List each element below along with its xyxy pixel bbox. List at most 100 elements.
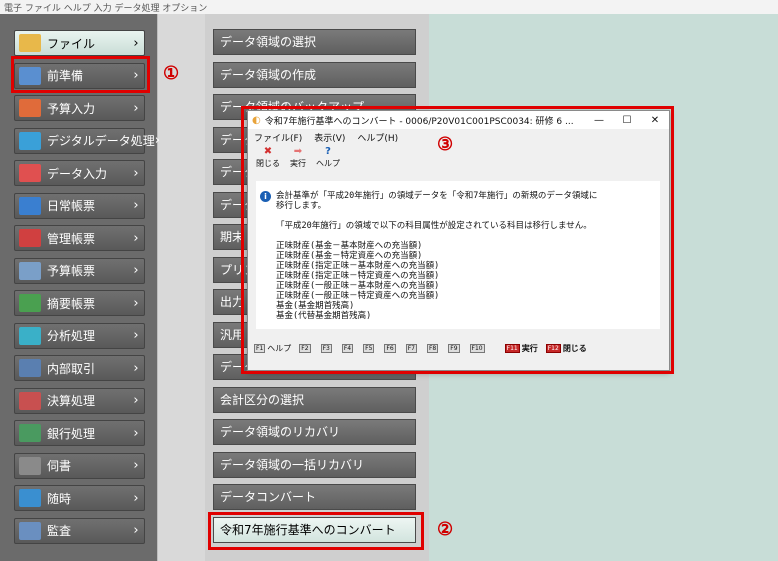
chevron-right-icon: ›: [133, 165, 139, 181]
menu-item-label: 予算帳票: [47, 264, 96, 278]
fkey-f8[interactable]: F8: [426, 344, 440, 353]
people-icon: [19, 359, 41, 377]
pie-chart-icon: [19, 326, 41, 345]
globe-icon: [19, 131, 41, 150]
fkey-f11[interactable]: F11 実行: [504, 343, 538, 354]
panel-gap: [157, 14, 206, 561]
pencil-icon: [19, 164, 41, 182]
menu-item-label: 日常帳票: [47, 199, 96, 213]
menu-item-6[interactable]: 管理帳票 ›: [14, 225, 145, 251]
chevron-right-icon: ›: [133, 295, 139, 311]
message-text: 会計基準が「平成20年施行」の領域データを「令和7年施行」の新規のデータ領域に …: [276, 191, 598, 321]
chevron-right-icon: ›: [133, 360, 139, 376]
chevron-right-icon: ›: [154, 133, 160, 148]
fkey-cap: F12: [545, 344, 561, 353]
close-window-button[interactable]: ✕: [641, 115, 669, 126]
arrow-right-icon: ➡: [293, 146, 303, 157]
menu-item-11[interactable]: 決算処理 ›: [14, 387, 145, 414]
fkey-f4[interactable]: F4: [341, 344, 355, 353]
menu-item-label: 随時: [47, 491, 72, 506]
top-strip: 電子 ファイル ヘルプ 入力 データ処理 オプション: [0, 0, 778, 15]
submenu-item-12[interactable]: データ領域のリカバリ: [213, 419, 416, 445]
convert-dialog: ◐ 令和7年施行基準へのコンバート - 0006/P20V01C001PSC00…: [247, 110, 670, 371]
fkey-f1[interactable]: F1 ヘルプ: [254, 343, 291, 354]
menu-item-9[interactable]: 分析処理 ›: [14, 322, 145, 349]
fkey-cap: F1: [254, 344, 266, 353]
fkey-label: 実行: [521, 344, 538, 353]
toolbar-close-button[interactable]: ✖ 閉じる: [256, 145, 280, 169]
close-x-icon: ✖: [263, 146, 273, 157]
fkey-label: 閉じる: [562, 344, 587, 353]
marker-1: ①: [163, 63, 180, 84]
chevron-right-icon: ›: [133, 523, 139, 538]
fkey-cap: F8: [426, 344, 439, 353]
fkey-cap: F9: [448, 344, 460, 353]
dialog-menubar: ファイル(F) 表示(V) ヘルプ(H): [248, 129, 669, 145]
app-icon: ◐: [252, 114, 261, 126]
fkey-cap: F7: [405, 344, 417, 353]
chevron-right-icon: ›: [133, 458, 139, 473]
menu-item-12[interactable]: 銀行処理 ›: [14, 420, 145, 446]
menu-help[interactable]: ヘルプ(H): [357, 131, 398, 144]
fkey-f9[interactable]: F9: [448, 344, 461, 353]
function-key-bar: F1 ヘルプ F2 F3 F4 F5 F6 F7 F8 F9 F10 F11 実行 F12 閉じる: [254, 343, 664, 354]
menu-item-label: 摘要帳票: [47, 296, 96, 311]
chevron-right-icon: ›: [133, 263, 139, 278]
menu-item-label: 管理帳票: [47, 231, 96, 246]
toolbar-help-label: ヘルプ: [316, 159, 340, 168]
menu-item-10[interactable]: 内部取引 ›: [14, 355, 145, 381]
toolbar-run-button[interactable]: ➡ 実行: [286, 145, 310, 169]
menu-item-3[interactable]: デジタルデータ処理 ›: [14, 127, 160, 154]
fkey-label: ヘルプ: [267, 344, 292, 353]
submenu-item-14[interactable]: データコンバート: [213, 484, 416, 510]
submenu-item-0[interactable]: データ領域の選択: [213, 29, 416, 55]
fkey-f10[interactable]: F10: [469, 344, 487, 353]
menu-item-15[interactable]: 監査 ›: [14, 517, 145, 544]
chevron-right-icon: ›: [133, 393, 139, 408]
fkey-f5[interactable]: F5: [363, 344, 376, 353]
folder-icon: [19, 34, 41, 52]
chevron-right-icon: ›: [133, 100, 139, 116]
menu-item-7[interactable]: 予算帳票 ›: [14, 257, 145, 284]
menu-item-label: 伺書: [47, 459, 72, 473]
bank-icon: [19, 424, 41, 442]
books-green-icon: [19, 294, 41, 312]
menu-item-4[interactable]: データ入力 ›: [14, 160, 145, 186]
menu-file[interactable]: ファイル(F): [254, 131, 302, 144]
fkey-f7[interactable]: F7: [405, 344, 419, 353]
printer-icon: [19, 261, 41, 280]
menu-item-13[interactable]: 伺書 ›: [14, 452, 145, 479]
submenu-item-1[interactable]: データ領域の作成: [213, 61, 416, 88]
menu-item-8[interactable]: 摘要帳票 ›: [14, 290, 145, 316]
toolbar-run-label: 実行: [290, 159, 306, 168]
submenu-item-15[interactable]: 令和7年施行基準へのコンバート: [213, 516, 416, 543]
dialog-toolbar: ✖ 閉じる ➡ 実行 ? ヘルプ: [248, 145, 669, 173]
document-list-icon: [19, 66, 41, 85]
menu-view[interactable]: 表示(V): [314, 131, 345, 144]
fkey-cap: F5: [363, 344, 375, 353]
minimize-button[interactable]: —: [585, 115, 613, 126]
marker-2: ②: [437, 519, 454, 540]
fkey-f3[interactable]: F3: [320, 344, 334, 353]
menu-item-label: データ入力: [47, 166, 108, 181]
fkey-f2[interactable]: F2: [299, 344, 312, 353]
fkey-f6[interactable]: F6: [384, 344, 397, 353]
clock-icon: [19, 489, 41, 507]
ledger-icon: [19, 391, 41, 410]
submenu-item-13[interactable]: データ領域の一括リカバリ: [213, 451, 416, 478]
menu-item-14[interactable]: 随時 ›: [14, 485, 145, 511]
menu-item-label: デジタルデータ処理: [47, 134, 155, 148]
menu-item-0[interactable]: ファイル ›: [14, 30, 145, 56]
magnifier-icon: [19, 521, 41, 540]
menu-item-label: 内部取引: [47, 361, 96, 376]
menu-item-label: 前準備: [47, 69, 84, 83]
menu-item-2[interactable]: 予算入力 ›: [14, 95, 145, 121]
menu-item-1[interactable]: 前準備 ›: [14, 62, 145, 89]
menu-item-label: 監査: [47, 524, 72, 538]
menu-item-5[interactable]: 日常帳票 ›: [14, 192, 145, 219]
maximize-button[interactable]: ☐: [613, 115, 641, 126]
toolbar-help-button[interactable]: ? ヘルプ: [316, 145, 340, 169]
fkey-f12[interactable]: F12 閉じる: [545, 343, 587, 354]
menu-item-label: ファイル: [47, 36, 96, 51]
submenu-item-11[interactable]: 会計区分の選択: [213, 386, 416, 413]
